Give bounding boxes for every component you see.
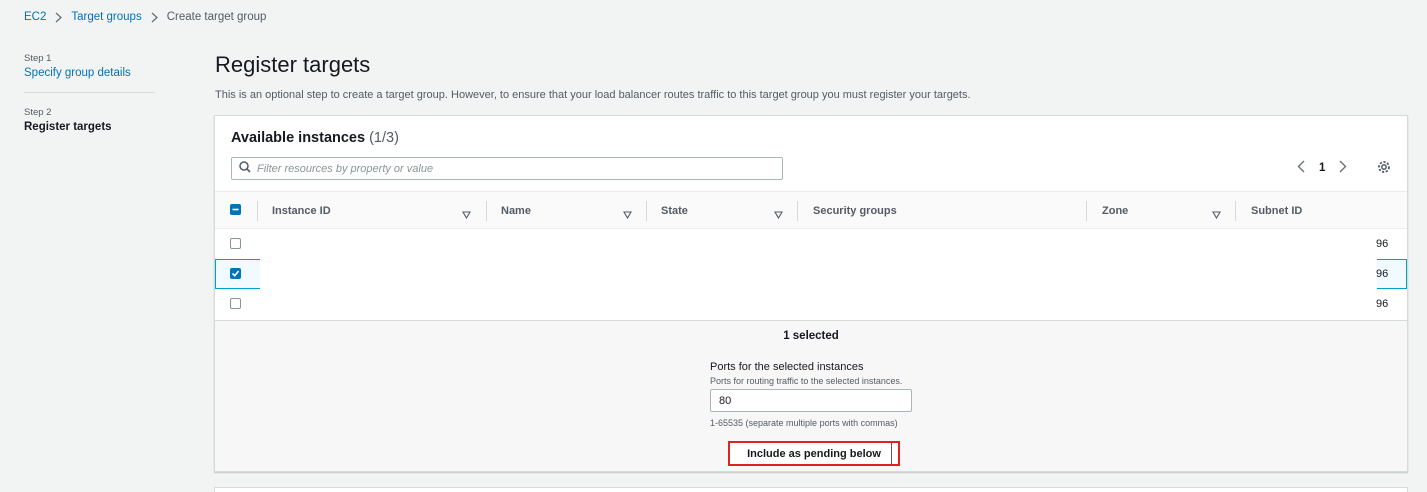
page-description: This is an optional step to create a tar… [215, 89, 971, 101]
ports-help-text: Ports for routing traffic to the selecte… [710, 376, 903, 386]
search-icon [239, 160, 251, 178]
include-as-pending-button[interactable]: Include as pending below [728, 441, 900, 466]
breadcrumb-current: Create target group [166, 11, 267, 23]
column-subnet-id[interactable]: Subnet ID [1251, 192, 1302, 229]
page-title: Register targets [215, 52, 371, 77]
column-divider [1086, 201, 1087, 221]
selected-count: 1 selected [783, 330, 839, 342]
step-1-link[interactable]: Specify group details [24, 67, 155, 79]
ports-constraint-text: 1-65535 (separate multiple ports with co… [710, 418, 898, 428]
table-row[interactable]: 96 [215, 229, 1407, 259]
chevron-right-icon [151, 12, 158, 23]
table-row[interactable]: 96 [215, 289, 1407, 319]
row-checkbox[interactable] [230, 298, 241, 309]
step-1-number: Step 1 [24, 53, 52, 64]
selection-footer: 1 selected Ports for the selected instan… [215, 320, 1407, 471]
panel-title-text: Available instances [231, 130, 366, 146]
row-checkbox[interactable] [230, 238, 241, 249]
table-row[interactable]: 96 [215, 259, 1407, 289]
column-divider [486, 201, 487, 221]
wizard-steps: Step 1 Specify group details Step 2 Regi… [24, 53, 155, 133]
step-2-current: Register targets [24, 121, 112, 133]
gear-icon[interactable] [1377, 160, 1391, 179]
available-instances-panel: Available instances (1/3) 1 Instance ID … [214, 115, 1408, 472]
breadcrumb-target-groups[interactable]: Target groups [71, 11, 141, 23]
subnet-id-cell: 96 [1376, 268, 1389, 280]
column-state[interactable]: State [661, 192, 688, 229]
sort-down-icon[interactable] [774, 206, 783, 224]
column-divider [797, 201, 798, 221]
select-all-checkbox[interactable] [230, 204, 241, 215]
column-divider [1235, 201, 1236, 221]
chevron-right-icon[interactable] [1339, 160, 1347, 176]
subnet-id-cell: 96 [1376, 298, 1389, 310]
column-zone[interactable]: Zone [1102, 192, 1128, 229]
column-security-groups[interactable]: Security groups [813, 192, 897, 229]
panel-title: Available instances (1/3) [231, 130, 399, 146]
search-input[interactable] [257, 162, 777, 175]
pagination: 1 [1297, 160, 1347, 176]
page-number[interactable]: 1 [1319, 162, 1325, 174]
breadcrumb-ec2[interactable]: EC2 [24, 11, 46, 23]
ports-input[interactable] [710, 389, 912, 412]
chevron-right-icon [55, 12, 63, 23]
column-instance-id[interactable]: Instance ID [272, 192, 331, 229]
step-2-number: Step 2 [24, 107, 52, 118]
column-name[interactable]: Name [501, 192, 531, 229]
pending-targets-panel [214, 487, 1408, 492]
subnet-id-cell: 96 [1376, 238, 1389, 250]
sort-down-icon[interactable] [462, 206, 471, 224]
column-divider [257, 201, 258, 221]
step-divider [24, 92, 155, 93]
sort-down-icon[interactable] [623, 206, 632, 224]
selection-count: (1/3) [369, 130, 399, 146]
ports-label: Ports for the selected instances [710, 361, 864, 373]
chevron-left-icon[interactable] [1297, 160, 1305, 176]
search-box[interactable] [231, 157, 783, 180]
column-divider [646, 201, 647, 221]
breadcrumb: EC2 Target groups Create target group [24, 11, 266, 23]
row-checkbox-checked[interactable] [230, 268, 241, 279]
table-header: Instance ID Name State Security groups Z… [215, 191, 1407, 229]
sort-down-icon[interactable] [1212, 206, 1221, 224]
